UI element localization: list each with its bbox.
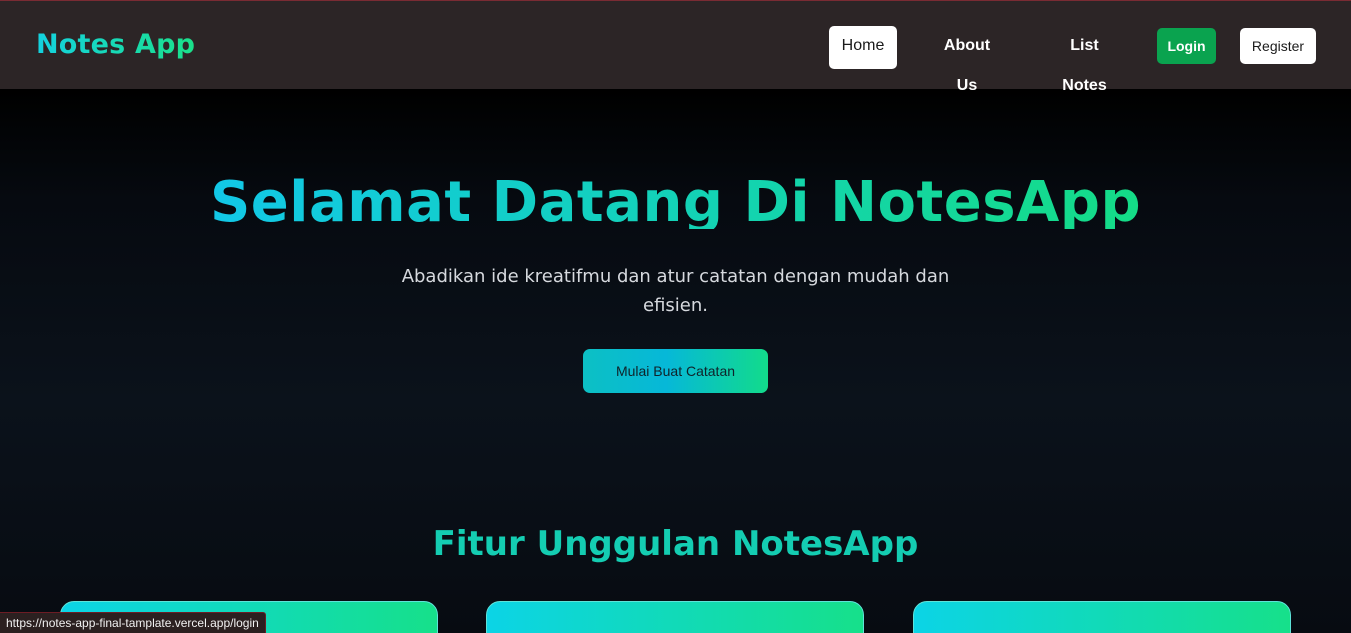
feature-card [486,601,864,633]
features-title: Fitur Unggulan NotesApp [432,524,919,564]
login-button[interactable]: Login [1157,28,1216,64]
register-button[interactable]: Register [1240,28,1316,64]
nav-list-notes-link[interactable]: List Notes [1047,26,1122,94]
nav-home-link[interactable]: Home [829,26,897,66]
brand-logo[interactable]: Notes App [36,29,195,60]
navbar: Notes App Home About Us List Notes Login… [0,0,1351,94]
feature-card [913,601,1291,633]
page: Notes App Home About Us List Notes Login… [0,0,1351,633]
hero-title: Selamat Datang Di NotesApp [210,165,1141,229]
start-note-button[interactable]: Mulai Buat Catatan [583,349,768,393]
hero-title-container: Selamat Datang Di NotesApp [0,165,1351,229]
status-bar-url: https://notes-app-final-tamplate.vercel.… [0,612,266,633]
hero-subtitle: Abadikan ide kreatifmu dan atur catatan … [401,266,950,316]
nav-about-link[interactable]: About Us [932,26,1002,94]
